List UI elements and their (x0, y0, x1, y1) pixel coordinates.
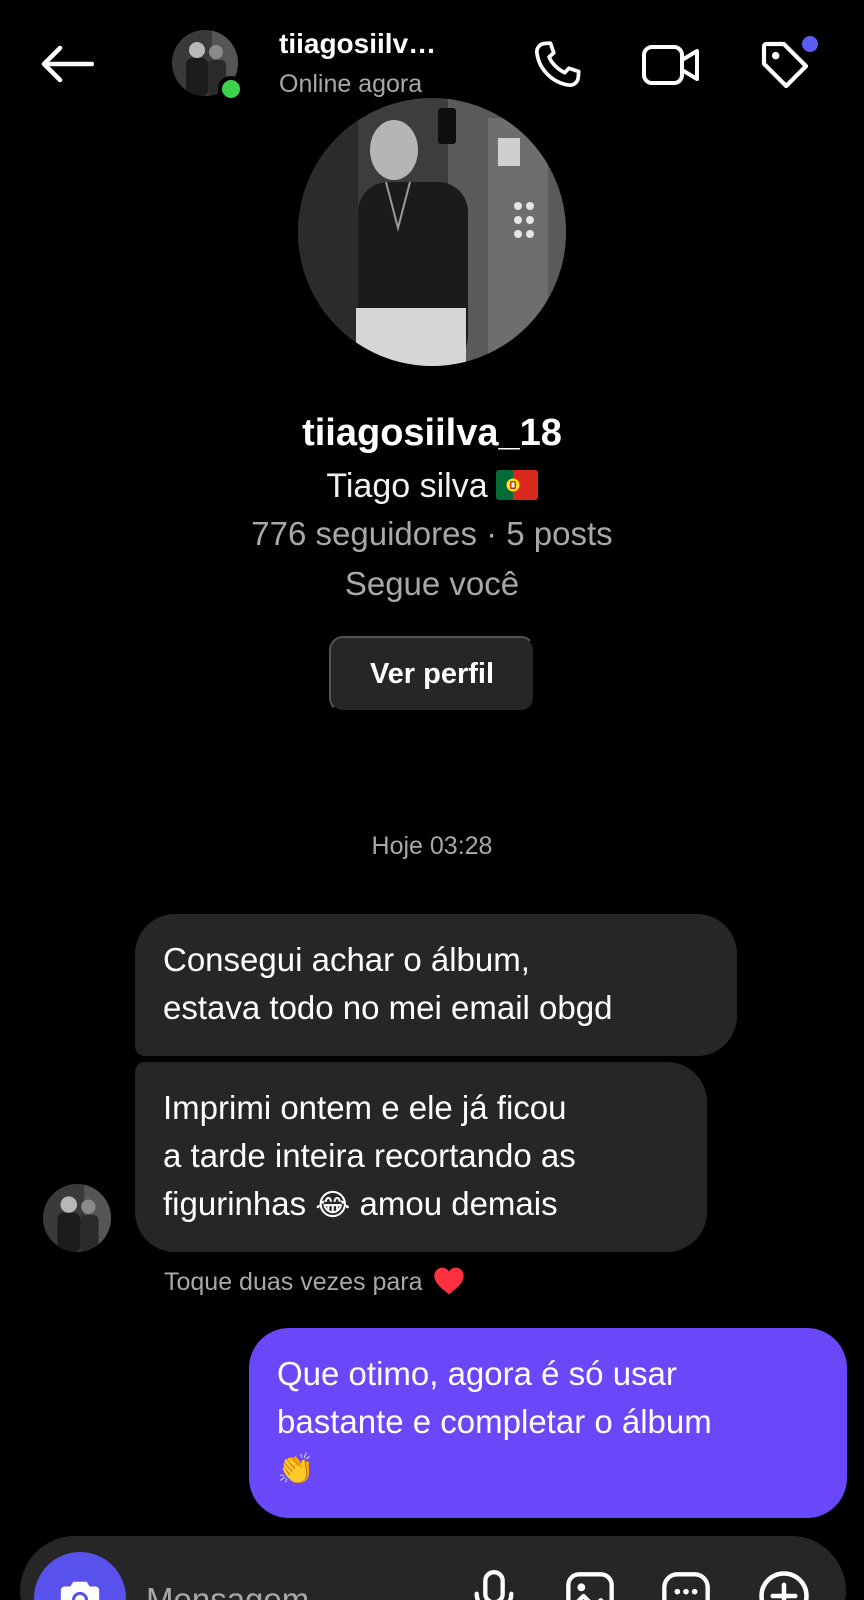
online-indicator (218, 76, 244, 102)
incoming-message[interactable]: Consegui achar o álbum, estava todo no m… (135, 914, 737, 1056)
back-button[interactable] (36, 36, 96, 92)
heart-icon (434, 1267, 465, 1295)
outgoing-message[interactable]: Que otimo, agora é só usar bastante e co… (249, 1328, 847, 1518)
hint-text: Toque duas vezes para (164, 1268, 423, 1296)
laughing-emoji: 😂 (315, 1188, 351, 1223)
voice-call-button[interactable] (526, 34, 588, 96)
plus-icon (759, 1571, 809, 1600)
microphone-icon (474, 1570, 514, 1600)
message-line: figurinhas 😂 amou demais (163, 1180, 679, 1230)
profile-photo[interactable] (298, 98, 566, 366)
message-timestamp: Hoje 03:28 (371, 832, 493, 860)
profile-username: tiiagosiilva_18 (302, 412, 562, 454)
sender-avatar[interactable] (43, 1184, 111, 1252)
profile-stats: 776 seguidores · 5 posts (251, 515, 613, 552)
sticker-button[interactable] (656, 1566, 716, 1600)
image-icon (566, 1572, 614, 1600)
message-line: Consegui achar o álbum, (163, 941, 530, 978)
video-camera-icon (642, 45, 699, 85)
notification-dot (802, 36, 818, 52)
header-username[interactable]: tiiagosiilv… (279, 28, 436, 60)
more-options-button[interactable] (754, 1566, 814, 1600)
message-line: bastante e completar o álbum (277, 1403, 712, 1440)
phone-icon (534, 41, 581, 88)
gallery-button[interactable] (560, 1566, 620, 1600)
arrow-left-icon (41, 45, 94, 83)
incoming-message[interactable]: Imprimi ontem e ele já ficou a tarde int… (135, 1062, 707, 1252)
message-line: estava todo no mei email obgd (163, 989, 613, 1026)
camera-icon (60, 1581, 100, 1600)
view-profile-button[interactable]: Ver perfil (329, 636, 535, 712)
full-name-text: Tiago silva (326, 467, 488, 505)
message-text: amou demais (350, 1185, 558, 1222)
message-line: a tarde inteira recortando as (163, 1137, 576, 1174)
follows-you-label: Segue você (344, 565, 520, 602)
message-line: Que otimo, agora é só usar (277, 1355, 677, 1392)
message-text: figurinhas (163, 1185, 307, 1222)
message-input[interactable] (146, 1570, 446, 1600)
clapping-emoji: 👏 (277, 1452, 315, 1487)
header-status: Online agora (279, 70, 423, 98)
profile-full-name: Tiago silva (0, 467, 864, 506)
sticker-icon (662, 1572, 710, 1600)
voice-message-button[interactable] (464, 1566, 524, 1600)
portugal-flag-icon (495, 470, 538, 500)
video-call-button[interactable] (640, 34, 702, 96)
message-line: Imprimi ontem e ele já ficou (163, 1089, 567, 1126)
double-tap-hint: Toque duas vezes para (164, 1266, 465, 1297)
